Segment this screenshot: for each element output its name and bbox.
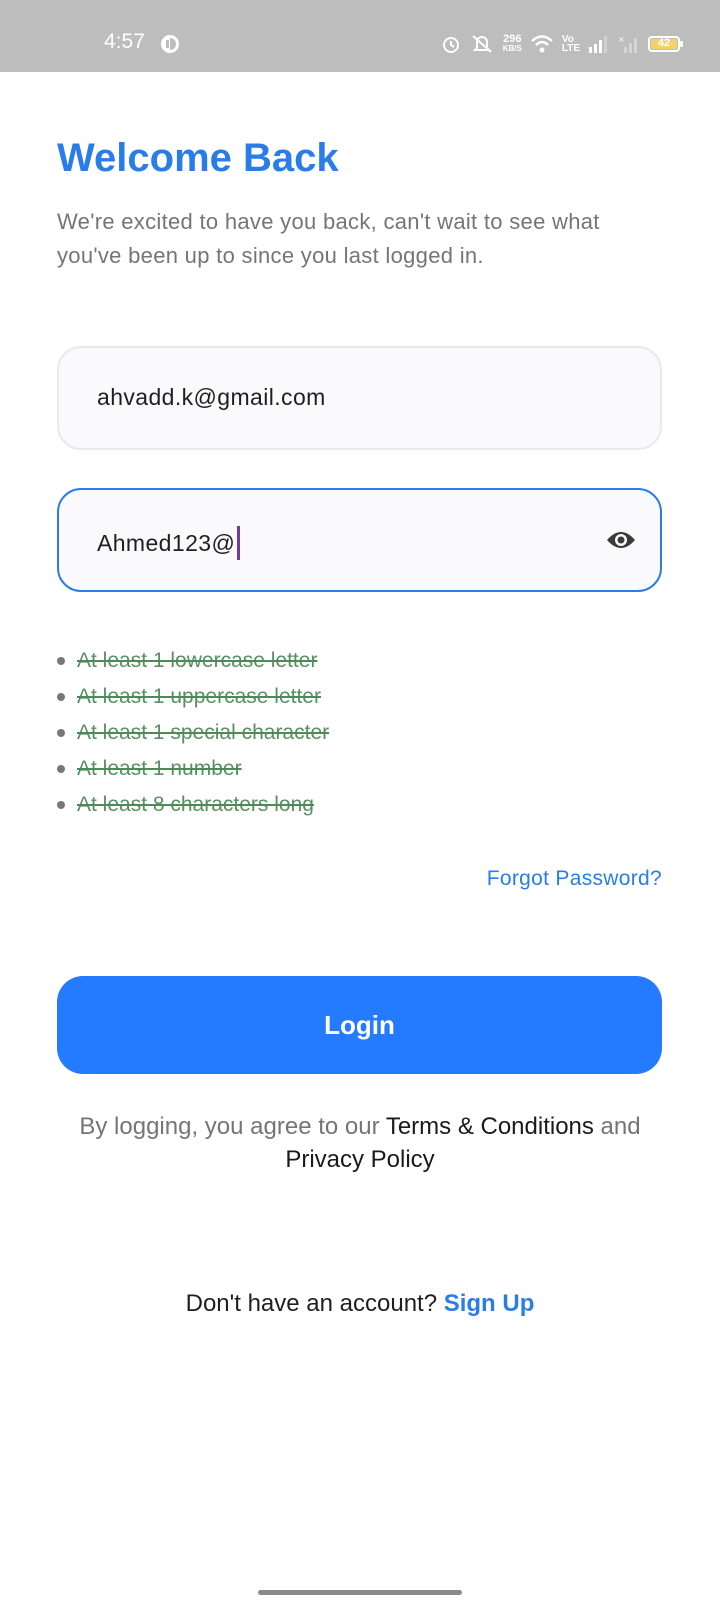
- status-icons: 296 KB/S Vo LTE × 42: [441, 30, 683, 58]
- rule-text: At least 1 lowercase letter: [77, 649, 318, 672]
- signup-prompt: Don't have an account?: [185, 1290, 444, 1317]
- bullet-icon: [57, 765, 65, 773]
- password-rule: At least 1 uppercase letter: [57, 679, 329, 715]
- terms-conditions-link[interactable]: Terms & Conditions: [386, 1113, 594, 1140]
- battery-level: 42: [657, 37, 671, 49]
- net-speed: 296 KB/S: [503, 34, 522, 54]
- volte-bottom: LTE: [561, 43, 580, 54]
- terms-notice: By logging, you agree to our Terms & Con…: [40, 1110, 680, 1176]
- rule-text: At least 1 special character: [77, 721, 330, 744]
- bullet-icon: [57, 729, 65, 737]
- password-rule: At least 8 characters long: [57, 787, 329, 823]
- signal-icon: [589, 36, 607, 53]
- password-value-wrap: Ahmed123@: [97, 526, 241, 560]
- battery-icon: 42: [648, 36, 683, 52]
- app-notification-icon: [161, 35, 179, 53]
- terms-middle: and: [593, 1113, 641, 1140]
- password-rule: At least 1 number: [57, 751, 329, 787]
- password-rules-list: At least 1 lowercase letter At least 1 u…: [57, 643, 329, 823]
- rule-text: At least 1 uppercase letter: [77, 685, 321, 708]
- terms-prefix: By logging, you agree to our: [79, 1113, 386, 1140]
- email-value: ahvadd.k@gmail.com: [97, 384, 326, 410]
- password-rule: At least 1 special character: [57, 715, 329, 751]
- alarm-icon: [442, 37, 459, 53]
- mute-icon: [472, 35, 492, 53]
- eye-icon[interactable]: [606, 528, 636, 552]
- home-indicator[interactable]: [258, 1590, 462, 1595]
- wifi-icon: [531, 35, 553, 53]
- rule-text: At least 8 characters long: [77, 793, 314, 816]
- sign-up-link[interactable]: Sign Up: [444, 1290, 535, 1317]
- bullet-icon: [57, 657, 65, 665]
- bullet-icon: [57, 693, 65, 701]
- net-speed-unit: KB/S: [502, 44, 522, 53]
- net-speed-value: 296: [503, 33, 522, 45]
- signal-2-icon: ×: [618, 35, 637, 53]
- text-caret: [237, 526, 241, 560]
- status-time: 4:57: [104, 30, 145, 53]
- password-value: Ahmed123@: [97, 529, 236, 556]
- subtitle: We're excited to have you back, can't wa…: [57, 209, 600, 268]
- page-title: Welcome Back: [57, 136, 339, 180]
- signup-row: Don't have an account? Sign Up: [0, 1290, 720, 1318]
- privacy-policy-link[interactable]: Privacy Policy: [285, 1146, 434, 1173]
- password-rule: At least 1 lowercase letter: [57, 643, 329, 679]
- status-bar: 4:57 296 KB/S Vo LTE × 42: [0, 0, 720, 72]
- password-field[interactable]: Ahmed123@: [57, 488, 662, 592]
- login-button[interactable]: Login: [57, 976, 662, 1074]
- svg-text:×: ×: [618, 35, 625, 44]
- rule-text: At least 1 number: [77, 757, 242, 780]
- email-field[interactable]: ahvadd.k@gmail.com: [57, 346, 662, 450]
- forgot-password-link[interactable]: Forgot Password?: [487, 867, 662, 891]
- volte-indicator: Vo LTE: [561, 35, 580, 54]
- bullet-icon: [57, 801, 65, 809]
